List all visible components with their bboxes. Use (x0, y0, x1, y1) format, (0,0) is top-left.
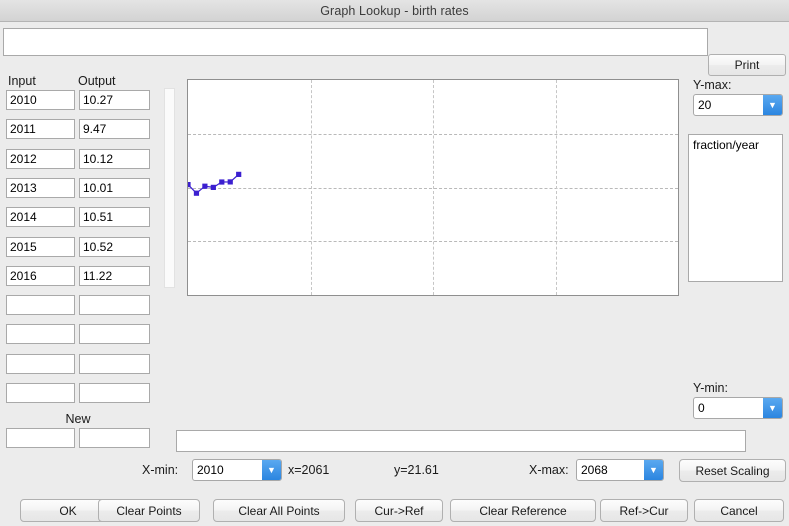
table-row-input-value: 2014 (10, 210, 37, 224)
table-row-output-field[interactable]: 10.51 (79, 207, 150, 227)
series-marker[interactable] (219, 179, 225, 185)
series-marker[interactable] (188, 182, 191, 188)
graph-plot-area[interactable] (187, 79, 679, 296)
ymin-dropdown-value: 0 (698, 401, 705, 415)
table-row-output-value: 11.22 (83, 269, 113, 283)
print-button[interactable]: Print (708, 54, 786, 76)
table-row-output-value: 10.52 (83, 240, 114, 254)
table-row-input-field[interactable] (6, 295, 75, 315)
table-row-output-field[interactable] (79, 383, 150, 403)
series-marker[interactable] (227, 179, 233, 185)
window-titlebar: Graph Lookup - birth rates (0, 0, 789, 22)
table-row-output-field[interactable]: 10.01 (79, 178, 150, 198)
dialog-button-label: Cancel (720, 503, 758, 518)
dialog-button-clear-points[interactable]: Clear Points (98, 499, 200, 522)
table-row-input-field[interactable]: 2011 (6, 119, 75, 139)
table-row-output-field[interactable] (79, 354, 150, 374)
column-header-input: Input (8, 74, 36, 88)
window-title: Graph Lookup - birth rates (320, 3, 469, 18)
xmax-dropdown-value: 2068 (581, 463, 608, 477)
chevron-down-icon[interactable]: ▼ (763, 398, 782, 418)
new-row-input-field[interactable] (6, 428, 75, 448)
dialog-button-clear-reference[interactable]: Clear Reference (450, 499, 596, 522)
table-row-output-value: 10.01 (83, 181, 114, 195)
table-row-output-value: 10.12 (83, 152, 114, 166)
print-button-label: Print (734, 58, 760, 72)
table-row-output-value: 10.51 (83, 210, 114, 224)
xmax-dropdown[interactable]: 2068 ▼ (576, 459, 664, 481)
table-row-output-field[interactable]: 10.52 (79, 237, 150, 257)
table-row-output-value: 9.47 (83, 122, 107, 136)
table-row-output-field[interactable]: 10.12 (79, 149, 150, 169)
dialog-button-cur-ref[interactable]: Cur->Ref (355, 499, 443, 522)
xmin-label: X-min: (142, 463, 179, 477)
units-textarea[interactable]: fraction/year (688, 134, 783, 282)
ymax-dropdown[interactable]: 20 ▼ (693, 94, 783, 116)
dialog-button-label: Clear Reference (479, 503, 567, 518)
expression-input[interactable] (3, 28, 708, 56)
xmin-dropdown[interactable]: 2010 ▼ (192, 459, 282, 481)
table-row-input-value: 2015 (10, 240, 37, 254)
dialog-button-label: Clear All Points (238, 503, 320, 518)
table-row-input-field[interactable]: 2014 (6, 207, 75, 227)
units-value: fraction/year (693, 138, 760, 152)
table-row-input-field[interactable] (6, 354, 75, 374)
xmin-dropdown-value: 2010 (197, 463, 224, 477)
chevron-down-icon[interactable]: ▼ (644, 460, 663, 480)
dialog-button-label: Ref->Cur (619, 503, 669, 518)
table-row-input-value: 2011 (10, 122, 36, 136)
table-row-input-value: 2010 (10, 93, 37, 107)
graph-lookup-window: Graph Lookup - birth rates Print Input O… (0, 0, 789, 526)
dialog-button-label: Clear Points (116, 503, 182, 518)
cursor-x-readout: x=2061 (288, 463, 330, 477)
dialog-button-cancel[interactable]: Cancel (694, 499, 784, 522)
series-marker[interactable] (193, 190, 200, 196)
reset-scaling-label: Reset Scaling (695, 463, 770, 478)
ymin-dropdown[interactable]: 0 ▼ (693, 397, 783, 419)
table-row-output-field[interactable]: 10.27 (79, 90, 150, 110)
table-row-input-field[interactable] (6, 383, 75, 403)
table-row-output-field[interactable] (79, 295, 150, 315)
table-row-input-field[interactable]: 2013 (6, 178, 75, 198)
table-row-output-field[interactable] (79, 324, 150, 344)
chevron-down-icon[interactable]: ▼ (763, 95, 782, 115)
series-marker[interactable] (236, 171, 242, 177)
dialog-button-clear-all-points[interactable]: Clear All Points (213, 499, 345, 522)
xmax-label: X-max: (529, 463, 569, 477)
dialog-button-label: Cur->Ref (374, 503, 424, 518)
graph-data-series (188, 171, 242, 196)
table-scrollbar-track[interactable] (163, 88, 176, 298)
chevron-down-icon[interactable]: ▼ (262, 460, 281, 480)
table-row-output-field[interactable]: 9.47 (79, 119, 150, 139)
table-row-input-field[interactable]: 2015 (6, 237, 75, 257)
reset-scaling-button[interactable]: Reset Scaling (679, 459, 786, 482)
series-marker[interactable] (210, 184, 216, 190)
table-row-input-value: 2013 (10, 181, 37, 195)
table-row-input-value: 2012 (10, 152, 37, 166)
ymax-label: Y-max: (693, 78, 732, 92)
dialog-button-label: OK (59, 503, 77, 518)
ymin-label: Y-min: (693, 381, 728, 395)
status-input[interactable] (176, 430, 746, 452)
table-row-output-field[interactable]: 11.22 (79, 266, 150, 286)
table-row-input-field[interactable] (6, 324, 75, 344)
table-row-input-field[interactable]: 2016 (6, 266, 75, 286)
table-row-input-field[interactable]: 2012 (6, 149, 75, 169)
table-row-input-value: 2016 (10, 269, 37, 283)
table-row-output-value: 10.27 (83, 93, 114, 107)
cursor-y-readout: y=21.61 (394, 463, 439, 477)
column-header-output: Output (78, 74, 116, 88)
dialog-button-ref-cur[interactable]: Ref->Cur (600, 499, 688, 522)
new-row-label: New (65, 412, 91, 426)
table-scrollbar-thumb[interactable] (164, 88, 175, 288)
ymax-dropdown-value: 20 (698, 98, 712, 112)
series-marker[interactable] (202, 183, 208, 189)
new-row-output-field[interactable] (79, 428, 150, 448)
table-row-input-field[interactable]: 2010 (6, 90, 75, 110)
